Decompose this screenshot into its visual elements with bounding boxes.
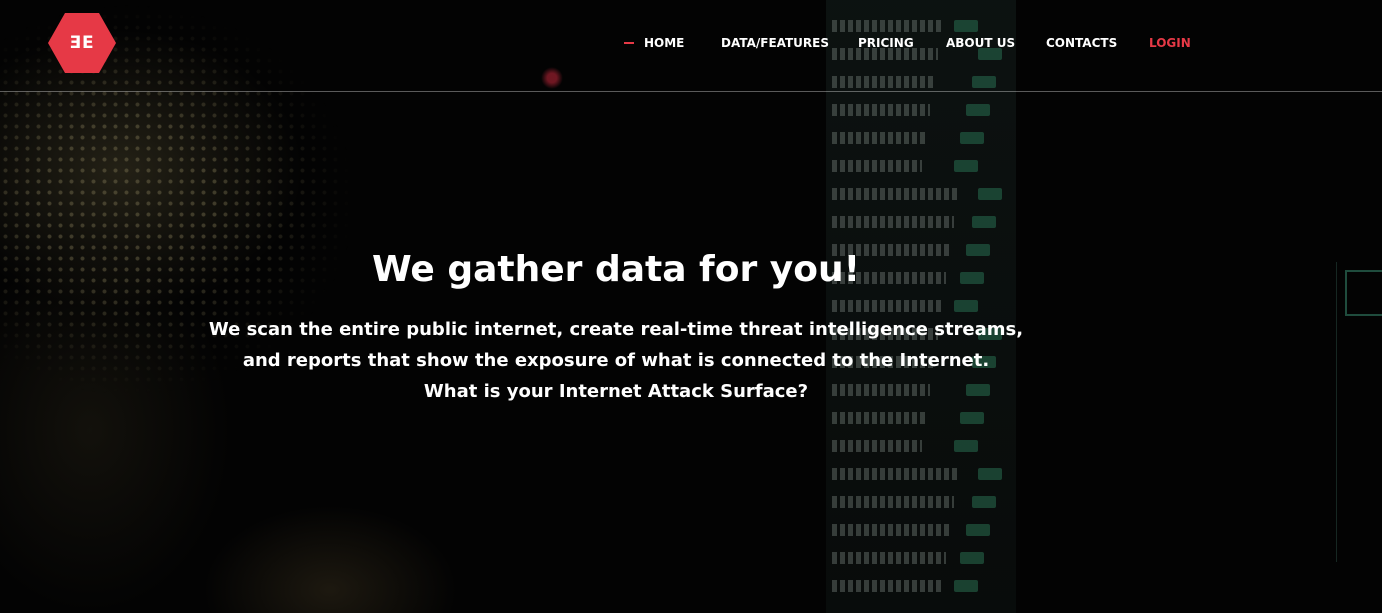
background-row xyxy=(832,440,922,452)
background-terminal-image xyxy=(1336,262,1382,562)
background-row-tag xyxy=(966,104,990,116)
background-row-tag xyxy=(954,440,978,452)
background-row xyxy=(832,496,954,508)
background-row xyxy=(832,188,958,200)
site-header: ƎE HOME DATA/FEATURES PRICING ABOUT US C… xyxy=(0,0,1382,92)
background-row-tag xyxy=(960,552,984,564)
background-row xyxy=(832,216,954,228)
background-row xyxy=(832,412,926,424)
background-row-tag xyxy=(960,132,984,144)
hero-line: What is your Internet Attack Surface? xyxy=(423,381,809,402)
hero-description: We scan the entire public internet, crea… xyxy=(0,314,1232,407)
background-row-tag xyxy=(960,412,984,424)
nav-home[interactable]: HOME xyxy=(623,34,684,52)
background-row xyxy=(832,524,950,536)
background-row xyxy=(832,104,930,116)
hero-line: and reports that show the exposure of wh… xyxy=(242,350,990,371)
nav-login[interactable]: LOGIN xyxy=(1149,34,1191,52)
background-row-tag xyxy=(972,496,996,508)
background-row xyxy=(832,300,942,312)
background-row-tag xyxy=(978,468,1002,480)
hero-title: We gather data for you! xyxy=(371,249,860,290)
background-row xyxy=(832,468,958,480)
nav-contacts[interactable]: CONTACTS xyxy=(1046,34,1117,52)
background-row xyxy=(832,552,946,564)
hero-line: We scan the entire public internet, crea… xyxy=(208,319,1024,340)
background-row xyxy=(832,160,922,172)
nav-data-features[interactable]: DATA/FEATURES xyxy=(721,34,829,52)
background-row-tag xyxy=(966,524,990,536)
background-row xyxy=(832,132,926,144)
background-row-tag xyxy=(954,300,978,312)
logo[interactable]: ƎE xyxy=(48,13,116,73)
background-row-tag xyxy=(972,216,996,228)
background-row-tag xyxy=(954,160,978,172)
page: ƎE HOME DATA/FEATURES PRICING ABOUT US C… xyxy=(0,0,1382,613)
background-row-tag xyxy=(954,580,978,592)
nav-pricing[interactable]: PRICING xyxy=(858,34,914,52)
logo-mark: ƎE xyxy=(69,33,95,53)
background-row xyxy=(832,580,942,592)
nav-about-us[interactable]: ABOUT US xyxy=(946,34,1015,52)
background-terminal-panel xyxy=(1345,270,1382,316)
background-row-tag xyxy=(978,188,1002,200)
